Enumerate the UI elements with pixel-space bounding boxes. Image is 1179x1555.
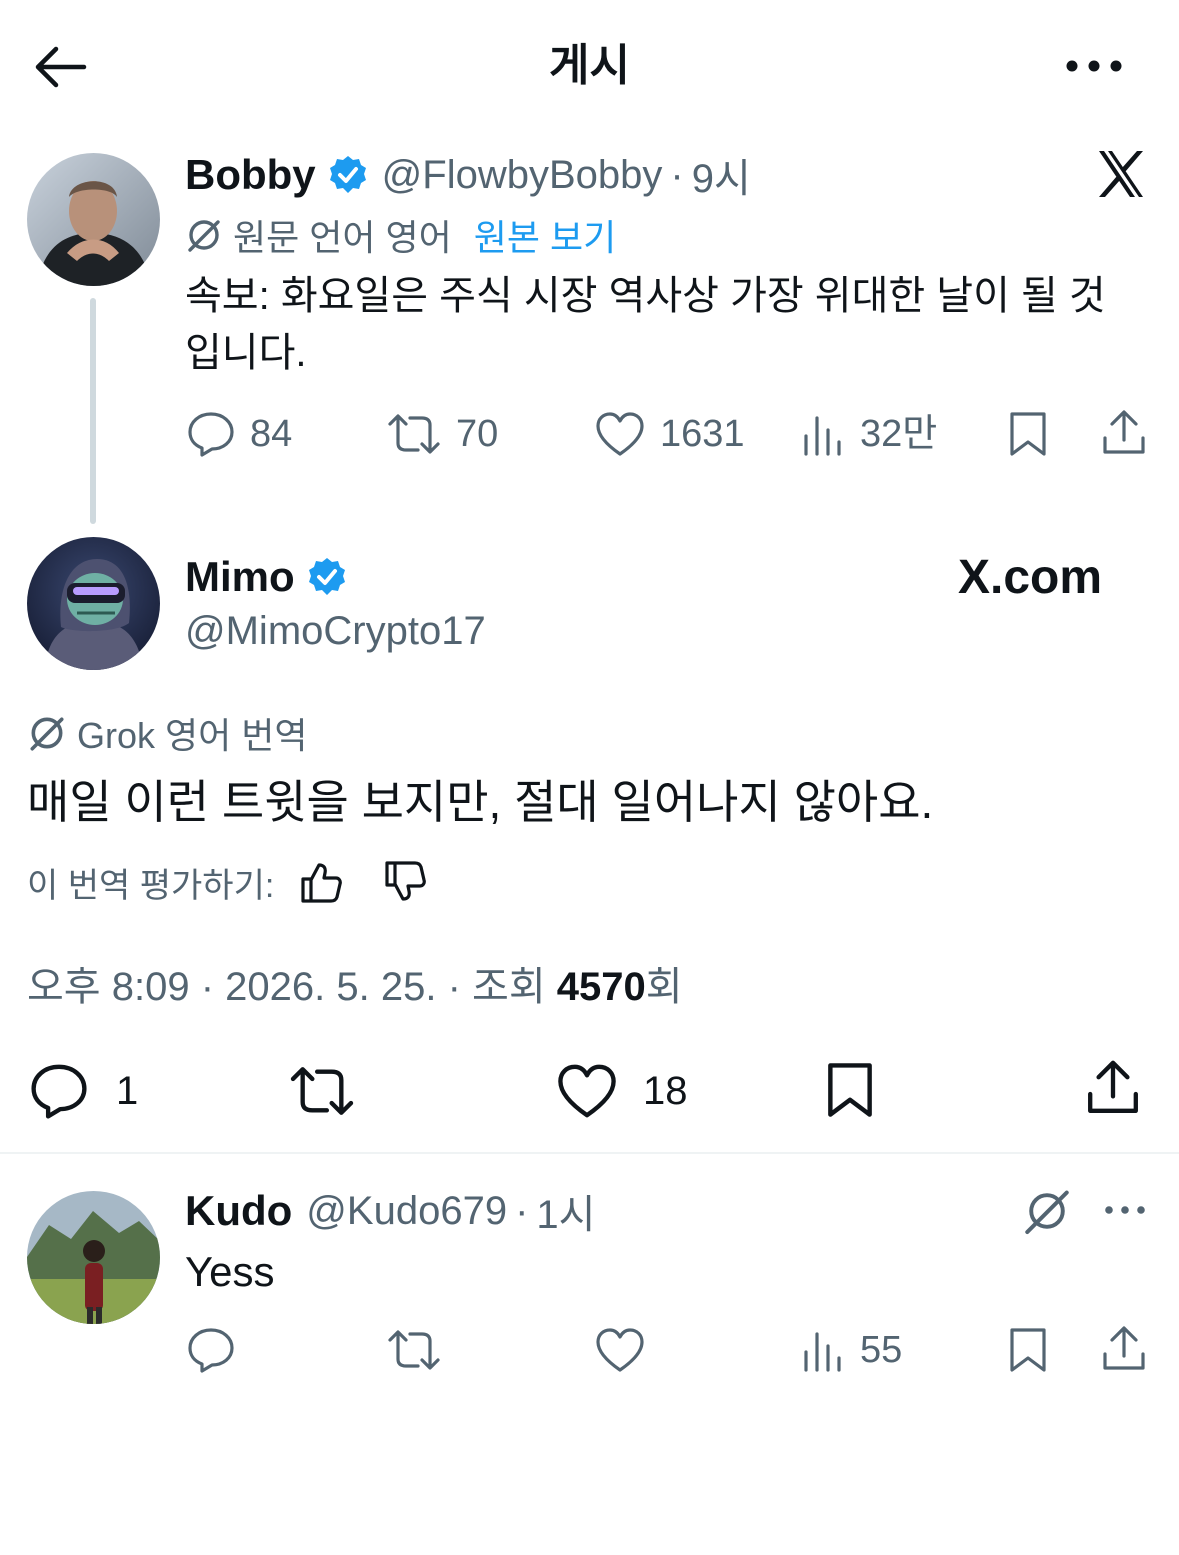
views-button[interactable]: 32만 <box>800 410 937 458</box>
heart-icon <box>596 412 644 456</box>
share-icon <box>1103 410 1145 454</box>
share-button[interactable] <box>1084 1058 1142 1118</box>
like-count: 1631 <box>660 413 745 455</box>
share-icon <box>1088 1060 1138 1113</box>
more-horizontal-icon <box>1066 60 1122 72</box>
reply-button[interactable]: 84 <box>186 410 292 458</box>
share-button[interactable] <box>1100 408 1148 458</box>
repost-icon <box>388 1330 440 1370</box>
reply-icon <box>188 1328 234 1373</box>
reply-icon <box>188 412 234 457</box>
bookmark-icon <box>1010 1328 1046 1372</box>
avatar-mimo[interactable] <box>27 537 160 670</box>
views-count[interactable]: 4570 <box>557 965 646 1009</box>
reply-count: 1 <box>116 1069 139 1113</box>
main-tweet-text: 매일 이런 트윗을 보지만, 절대 일어나지 않아요. <box>27 776 934 828</box>
separator-dot: · <box>515 1188 529 1233</box>
author-handle[interactable]: @MimoCrypto17 <box>185 606 486 656</box>
grok-icon <box>188 220 220 252</box>
avatar-bobby[interactable] <box>27 153 160 286</box>
verified-badge-icon <box>308 558 345 595</box>
like-button[interactable] <box>594 1326 646 1374</box>
separator-dot: · <box>447 965 461 1009</box>
bookmark-button[interactable] <box>1006 410 1050 458</box>
author-handle[interactable]: @Kudo679 <box>306 1189 507 1234</box>
heart-icon <box>596 1328 644 1372</box>
more-options-button[interactable] <box>1062 52 1126 80</box>
more-horizontal-icon <box>1105 1206 1145 1214</box>
reply-more-button[interactable] <box>1102 1200 1148 1220</box>
reply-author-row: Kudo @Kudo679 · 1시 <box>185 1186 595 1237</box>
verified-badge-icon <box>329 156 366 193</box>
tweet-text-line: 입니다. <box>185 331 307 375</box>
rate-translation-label: 이 번역 평가하기: <box>27 866 275 905</box>
bookmark-icon <box>828 1063 872 1117</box>
analytics-icon <box>804 1332 841 1372</box>
thumbs-down-icon[interactable] <box>382 859 428 905</box>
separator-dot: · <box>200 965 215 1009</box>
main-author-name-row: Mimo <box>185 552 347 602</box>
heart-icon <box>558 1064 616 1118</box>
original-tweet-text: 속보: 화요일은 주식 시장 역사상 가장 위대한 날이 될 것 입니다. <box>185 268 1106 382</box>
bookmark-button[interactable] <box>1006 1326 1050 1374</box>
tweet-time[interactable]: 오후 8:09 <box>27 965 190 1009</box>
tweet-time[interactable]: 9시 <box>692 146 751 204</box>
views-label: 조회 <box>472 965 546 1009</box>
x-logo-icon <box>1095 148 1147 200</box>
bookmark-button[interactable] <box>823 1060 877 1120</box>
thumbs-up-icon[interactable] <box>298 859 344 905</box>
views-count: 55 <box>860 1329 903 1371</box>
reply-button[interactable] <box>186 1326 236 1374</box>
reply-button[interactable]: 1 <box>28 1062 138 1120</box>
share-button[interactable] <box>1100 1324 1148 1374</box>
analytics-icon <box>804 416 841 456</box>
author-handle[interactable]: @FlowbyBobby <box>382 153 663 198</box>
separator-dot: · <box>670 152 684 197</box>
view-original-link[interactable]: 원본 보기 <box>474 209 616 261</box>
like-button[interactable]: 18 <box>555 1062 688 1120</box>
grok-button[interactable] <box>1022 1186 1072 1236</box>
repost-button[interactable] <box>288 1062 356 1120</box>
tweet-meta: 오후 8:09 · 2026. 5. 25. · 조회 4570회 <box>27 963 683 1011</box>
repost-icon <box>290 1067 354 1115</box>
divider <box>0 1152 1179 1154</box>
grok-icon <box>30 717 64 751</box>
author-name[interactable]: Bobby <box>185 151 316 199</box>
repost-count: 70 <box>456 413 499 455</box>
xcom-watermark: X.com <box>958 551 1103 604</box>
tweet-time[interactable]: 1시 <box>536 1182 595 1240</box>
translation-note-row: 원문 언어 영어 원본 보기 <box>185 212 616 258</box>
reply-text: Yess <box>185 1248 275 1295</box>
translation-note: 원문 언어 영어 <box>233 217 452 258</box>
original-author-row: Bobby @FlowbyBobby · 9시 <box>185 150 751 201</box>
reply-count: 84 <box>250 413 293 455</box>
page-title: 게시 <box>549 41 630 90</box>
author-name[interactable]: Mimo <box>185 553 295 601</box>
views-button[interactable]: 55 <box>800 1326 902 1374</box>
views-suffix: 회 <box>645 965 683 1009</box>
like-button[interactable]: 1631 <box>594 410 745 458</box>
share-icon <box>1103 1326 1145 1370</box>
repost-button[interactable] <box>386 1326 442 1374</box>
grok-icon <box>1025 1190 1069 1235</box>
rate-translation-row: 이 번역 평가하기: <box>27 857 428 907</box>
repost-icon <box>388 414 440 454</box>
grok-translation-row: Grok 영어 번역 <box>27 710 308 756</box>
translation-note: Grok 영어 번역 <box>77 715 308 756</box>
avatar-kudo[interactable] <box>27 1191 160 1324</box>
thread-line <box>90 298 96 524</box>
reply-icon <box>31 1064 87 1119</box>
author-name[interactable]: Kudo <box>185 1187 292 1235</box>
tweet-date[interactable]: 2026. 5. 25. <box>225 965 436 1009</box>
repost-button[interactable]: 70 <box>386 410 498 458</box>
like-count: 18 <box>643 1069 688 1113</box>
views-count: 32만 <box>860 413 938 455</box>
bookmark-icon <box>1010 412 1046 456</box>
tweet-text-line: 속보: 화요일은 주식 시장 역사상 가장 위대한 날이 될 것 <box>185 274 1106 318</box>
